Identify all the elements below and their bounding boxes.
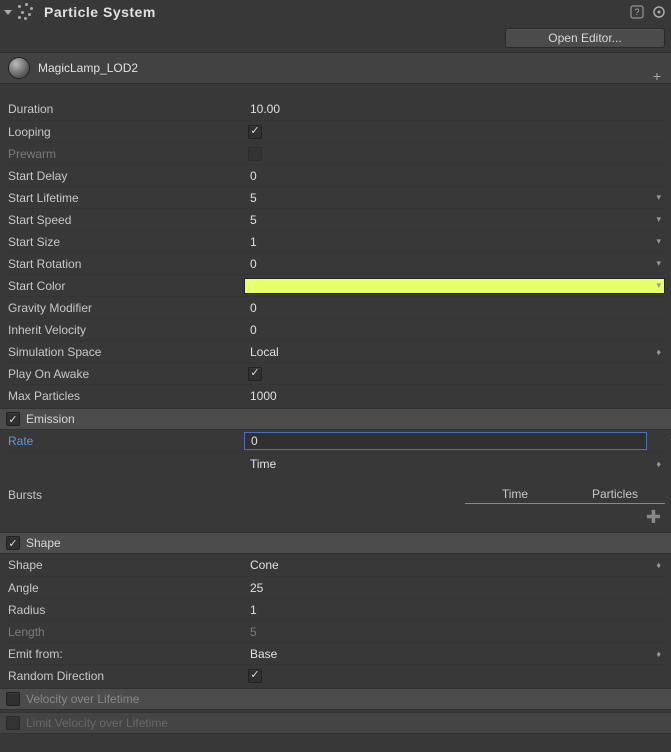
preview-sphere-icon [8, 57, 30, 79]
velocity-over-lifetime-header[interactable]: Velocity over Lifetime [0, 688, 671, 710]
velocity-over-lifetime-title: Velocity over Lifetime [26, 692, 139, 706]
rate-over-arrow-icon[interactable]: ♦ [656, 459, 661, 469]
radius-label: Radius [6, 603, 244, 617]
radius-field[interactable]: 1 [244, 603, 257, 617]
shape-title: Shape [26, 536, 61, 550]
length-field: 5 [244, 625, 257, 639]
max-particles-field[interactable]: 1000 [244, 389, 277, 403]
shape-type-dropdown[interactable]: Cone [244, 558, 279, 572]
velocity-over-lifetime-checkbox[interactable] [6, 692, 20, 706]
start-speed-field[interactable]: 5 [244, 213, 257, 227]
looping-label: Looping [6, 125, 244, 139]
start-lifetime-label: Start Lifetime [6, 191, 244, 205]
play-on-awake-label: Play On Awake [6, 367, 244, 381]
prewarm-label: Prewarm [6, 147, 244, 161]
start-size-label: Start Size [6, 235, 244, 249]
bursts-time-header: Time [465, 487, 565, 504]
svg-text:?: ? [634, 7, 639, 17]
start-lifetime-mode-button[interactable]: ▾ [656, 192, 661, 203]
start-rotation-mode-button[interactable]: ▾ [656, 258, 661, 269]
inherit-velocity-label: Inherit Velocity [6, 323, 244, 337]
inherit-velocity-field[interactable]: 0 [244, 323, 257, 337]
limit-velocity-over-lifetime-header[interactable]: Limit Velocity over Lifetime [0, 712, 671, 734]
gravity-label: Gravity Modifier [6, 301, 244, 315]
prewarm-checkbox [248, 147, 262, 161]
object-name: MagicLamp_LOD2 [38, 61, 138, 75]
gravity-field[interactable]: 0 [244, 301, 257, 315]
length-label: Length [6, 625, 244, 639]
component-foldout-arrow[interactable] [4, 10, 12, 15]
angle-field[interactable]: 25 [244, 581, 263, 595]
component-title: Particle System [44, 4, 629, 20]
shape-type-arrow-icon[interactable]: ♦ [656, 560, 661, 570]
emission-title: Emission [26, 412, 75, 426]
start-rotation-label: Start Rotation [6, 257, 244, 271]
start-speed-label: Start Speed [6, 213, 244, 227]
random-direction-checkbox[interactable] [248, 669, 262, 683]
shape-type-label: Shape [6, 558, 244, 572]
open-editor-button[interactable]: Open Editor... [505, 28, 665, 48]
limit-velocity-over-lifetime-title: Limit Velocity over Lifetime [26, 716, 168, 730]
emit-from-label: Emit from: [6, 647, 244, 661]
limit-velocity-over-lifetime-checkbox[interactable] [6, 716, 20, 730]
start-color-label: Start Color [6, 279, 244, 293]
angle-label: Angle [6, 581, 244, 595]
simulation-space-arrow-icon[interactable]: ♦ [656, 347, 661, 357]
duration-field[interactable]: 10.00 [244, 102, 280, 116]
start-lifetime-field[interactable]: 5 [244, 191, 257, 205]
rate-field[interactable] [244, 432, 647, 450]
help-icon[interactable]: ? [629, 4, 645, 20]
bursts-label: Bursts [6, 488, 225, 502]
add-burst-button[interactable]: ✚ [646, 508, 661, 526]
play-on-awake-checkbox[interactable] [248, 367, 262, 381]
emission-enable-checkbox[interactable] [6, 412, 20, 426]
emit-from-arrow-icon[interactable]: ♦ [656, 649, 661, 659]
rate-label: Rate [6, 434, 244, 448]
start-size-field[interactable]: 1 [244, 235, 257, 249]
start-color-mode-button[interactable]: ▾ [656, 280, 661, 291]
bursts-particles-header: Particles [565, 487, 665, 504]
shape-enable-checkbox[interactable] [6, 536, 20, 550]
rate-over-dropdown[interactable]: Time [244, 457, 276, 471]
start-speed-mode-button[interactable]: ▾ [656, 214, 661, 225]
start-color-swatch[interactable] [244, 278, 665, 294]
looping-checkbox[interactable] [248, 125, 262, 139]
duration-label: Duration [6, 102, 244, 116]
shape-module-header[interactable]: Shape [0, 532, 671, 554]
simulation-space-dropdown[interactable]: Local [244, 345, 279, 359]
max-particles-label: Max Particles [6, 389, 244, 403]
particle-system-icon [16, 3, 34, 21]
start-delay-label: Start Delay [6, 169, 244, 183]
simulation-space-label: Simulation Space [6, 345, 244, 359]
add-subemitter-button[interactable]: + [653, 69, 661, 83]
start-delay-field[interactable]: 0 [244, 169, 257, 183]
emission-module-header[interactable]: Emission [0, 408, 671, 430]
emit-from-dropdown[interactable]: Base [244, 647, 277, 661]
gear-icon[interactable] [651, 4, 667, 20]
random-direction-label: Random Direction [6, 669, 244, 683]
start-rotation-field[interactable]: 0 [244, 257, 257, 271]
start-size-mode-button[interactable]: ▾ [656, 236, 661, 247]
